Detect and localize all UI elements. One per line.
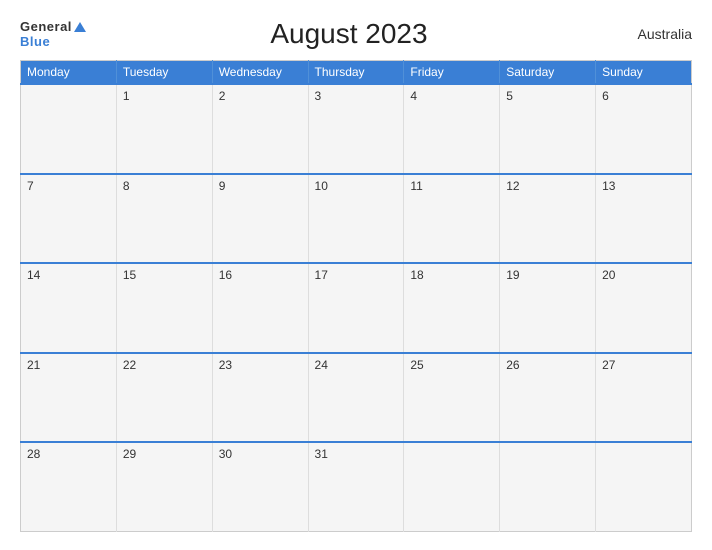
day-number: 23 bbox=[219, 358, 232, 372]
calendar-day-cell: 8 bbox=[116, 174, 212, 264]
calendar-day-cell: 9 bbox=[212, 174, 308, 264]
calendar-day-cell bbox=[21, 84, 117, 174]
calendar-day-cell: 4 bbox=[404, 84, 500, 174]
day-number: 4 bbox=[410, 89, 417, 103]
calendar-day-cell: 11 bbox=[404, 174, 500, 264]
calendar-day-cell: 19 bbox=[500, 263, 596, 353]
logo-general-text: General bbox=[20, 19, 72, 34]
page: General Blue August 2023 Australia Monda… bbox=[0, 0, 712, 550]
calendar-day-cell: 27 bbox=[596, 353, 692, 443]
day-number: 15 bbox=[123, 268, 136, 282]
calendar-day-cell: 10 bbox=[308, 174, 404, 264]
calendar-day-cell: 1 bbox=[116, 84, 212, 174]
calendar-day-header: Sunday bbox=[596, 61, 692, 85]
calendar-day-cell: 17 bbox=[308, 263, 404, 353]
calendar-day-cell: 2 bbox=[212, 84, 308, 174]
calendar-header: MondayTuesdayWednesdayThursdayFridaySatu… bbox=[21, 61, 692, 85]
day-number: 25 bbox=[410, 358, 423, 372]
calendar-week-row: 28 29 30 31 bbox=[21, 442, 692, 532]
calendar-day-cell: 26 bbox=[500, 353, 596, 443]
calendar-week-row: 7 8 9 10 11 12 13 bbox=[21, 174, 692, 264]
day-number: 12 bbox=[506, 179, 519, 193]
calendar-day-cell: 30 bbox=[212, 442, 308, 532]
calendar-day-cell bbox=[500, 442, 596, 532]
calendar-day-cell: 7 bbox=[21, 174, 117, 264]
calendar-body: 1234567891011121314151617181920212223242… bbox=[21, 84, 692, 532]
logo: General Blue bbox=[20, 19, 86, 49]
calendar-day-header: Thursday bbox=[308, 61, 404, 85]
day-number: 29 bbox=[123, 447, 136, 461]
day-number: 27 bbox=[602, 358, 615, 372]
calendar-day-header: Tuesday bbox=[116, 61, 212, 85]
calendar-day-header: Wednesday bbox=[212, 61, 308, 85]
day-number: 22 bbox=[123, 358, 136, 372]
day-number: 24 bbox=[315, 358, 328, 372]
day-number: 14 bbox=[27, 268, 40, 282]
calendar-day-cell bbox=[596, 442, 692, 532]
logo-triangle-icon bbox=[74, 22, 86, 32]
day-number: 9 bbox=[219, 179, 226, 193]
day-number: 31 bbox=[315, 447, 328, 461]
calendar-day-cell: 29 bbox=[116, 442, 212, 532]
day-number: 19 bbox=[506, 268, 519, 282]
calendar-day-cell: 3 bbox=[308, 84, 404, 174]
day-number: 8 bbox=[123, 179, 130, 193]
day-number: 16 bbox=[219, 268, 232, 282]
calendar-day-header: Saturday bbox=[500, 61, 596, 85]
calendar-week-row: 1 2 3 4 5 6 bbox=[21, 84, 692, 174]
day-number: 5 bbox=[506, 89, 513, 103]
calendar-day-cell: 15 bbox=[116, 263, 212, 353]
calendar-day-cell: 13 bbox=[596, 174, 692, 264]
day-number: 17 bbox=[315, 268, 328, 282]
calendar-day-cell: 22 bbox=[116, 353, 212, 443]
day-number: 1 bbox=[123, 89, 130, 103]
day-number: 10 bbox=[315, 179, 328, 193]
calendar-table: MondayTuesdayWednesdayThursdayFridaySatu… bbox=[20, 60, 692, 532]
calendar-day-cell: 5 bbox=[500, 84, 596, 174]
day-number: 20 bbox=[602, 268, 615, 282]
logo-blue-text: Blue bbox=[20, 34, 50, 49]
calendar-week-row: 14 15 16 17 18 19 20 bbox=[21, 263, 692, 353]
day-number: 21 bbox=[27, 358, 40, 372]
calendar-day-header: Friday bbox=[404, 61, 500, 85]
calendar-day-cell: 18 bbox=[404, 263, 500, 353]
calendar-week-row: 21 22 23 24 25 26 27 bbox=[21, 353, 692, 443]
country-label: Australia bbox=[612, 26, 692, 42]
calendar-day-cell: 23 bbox=[212, 353, 308, 443]
calendar-day-cell: 25 bbox=[404, 353, 500, 443]
day-number: 2 bbox=[219, 89, 226, 103]
calendar-day-cell: 31 bbox=[308, 442, 404, 532]
day-number: 28 bbox=[27, 447, 40, 461]
calendar-day-cell: 20 bbox=[596, 263, 692, 353]
calendar-day-cell: 24 bbox=[308, 353, 404, 443]
day-number: 11 bbox=[410, 179, 422, 193]
calendar-day-cell: 28 bbox=[21, 442, 117, 532]
calendar-day-header: Monday bbox=[21, 61, 117, 85]
day-number: 3 bbox=[315, 89, 322, 103]
header: General Blue August 2023 Australia bbox=[20, 18, 692, 50]
day-number: 6 bbox=[602, 89, 609, 103]
calendar-day-cell: 6 bbox=[596, 84, 692, 174]
calendar-day-cell: 14 bbox=[21, 263, 117, 353]
calendar-day-cell: 12 bbox=[500, 174, 596, 264]
day-number: 30 bbox=[219, 447, 232, 461]
day-number: 26 bbox=[506, 358, 519, 372]
calendar-header-row: MondayTuesdayWednesdayThursdayFridaySatu… bbox=[21, 61, 692, 85]
calendar-day-cell: 16 bbox=[212, 263, 308, 353]
calendar-day-cell: 21 bbox=[21, 353, 117, 443]
calendar-day-cell bbox=[404, 442, 500, 532]
day-number: 13 bbox=[602, 179, 615, 193]
calendar-title: August 2023 bbox=[86, 18, 612, 50]
day-number: 7 bbox=[27, 179, 34, 193]
day-number: 18 bbox=[410, 268, 423, 282]
